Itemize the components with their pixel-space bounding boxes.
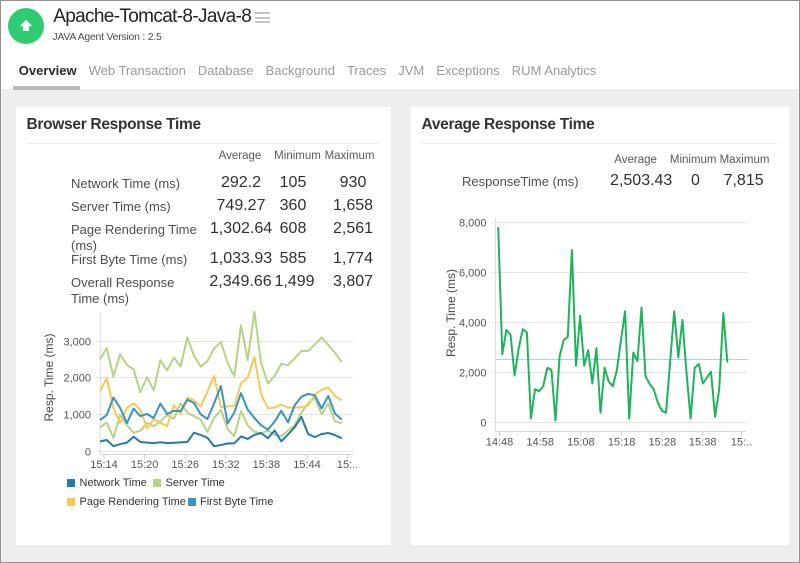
- svg-text:15:38: 15:38: [689, 437, 717, 449]
- svg-text:15:14: 15:14: [90, 459, 118, 471]
- svg-text:2,000: 2,000: [459, 367, 487, 379]
- svg-text:Resp. Time (ms): Resp. Time (ms): [42, 333, 56, 421]
- svg-text:8,000: 8,000: [459, 217, 487, 229]
- svg-text:Resp. Time (ms): Resp. Time (ms): [444, 269, 458, 357]
- svg-text:0: 0: [480, 417, 486, 429]
- svg-text:0: 0: [85, 446, 91, 458]
- svg-text:2,000: 2,000: [63, 372, 91, 384]
- svg-text:3,000: 3,000: [63, 336, 91, 348]
- svg-text:15:..: 15:..: [731, 437, 752, 449]
- svg-text:15:38: 15:38: [253, 459, 281, 471]
- svg-text:15:44: 15:44: [293, 459, 321, 471]
- svg-text:6,000: 6,000: [459, 267, 487, 279]
- svg-text:14:58: 14:58: [526, 437, 554, 449]
- svg-text:4,000: 4,000: [459, 317, 487, 329]
- svg-text:15:20: 15:20: [131, 459, 159, 471]
- svg-text:15:18: 15:18: [608, 437, 636, 449]
- svg-text:14:48: 14:48: [486, 437, 514, 449]
- svg-text:15:32: 15:32: [212, 459, 240, 471]
- svg-text:15:08: 15:08: [567, 437, 595, 449]
- svg-text:15:..: 15:..: [337, 459, 358, 471]
- svg-text:1,000: 1,000: [63, 409, 91, 421]
- svg-text:15:26: 15:26: [171, 459, 199, 471]
- svg-text:15:28: 15:28: [649, 437, 677, 449]
